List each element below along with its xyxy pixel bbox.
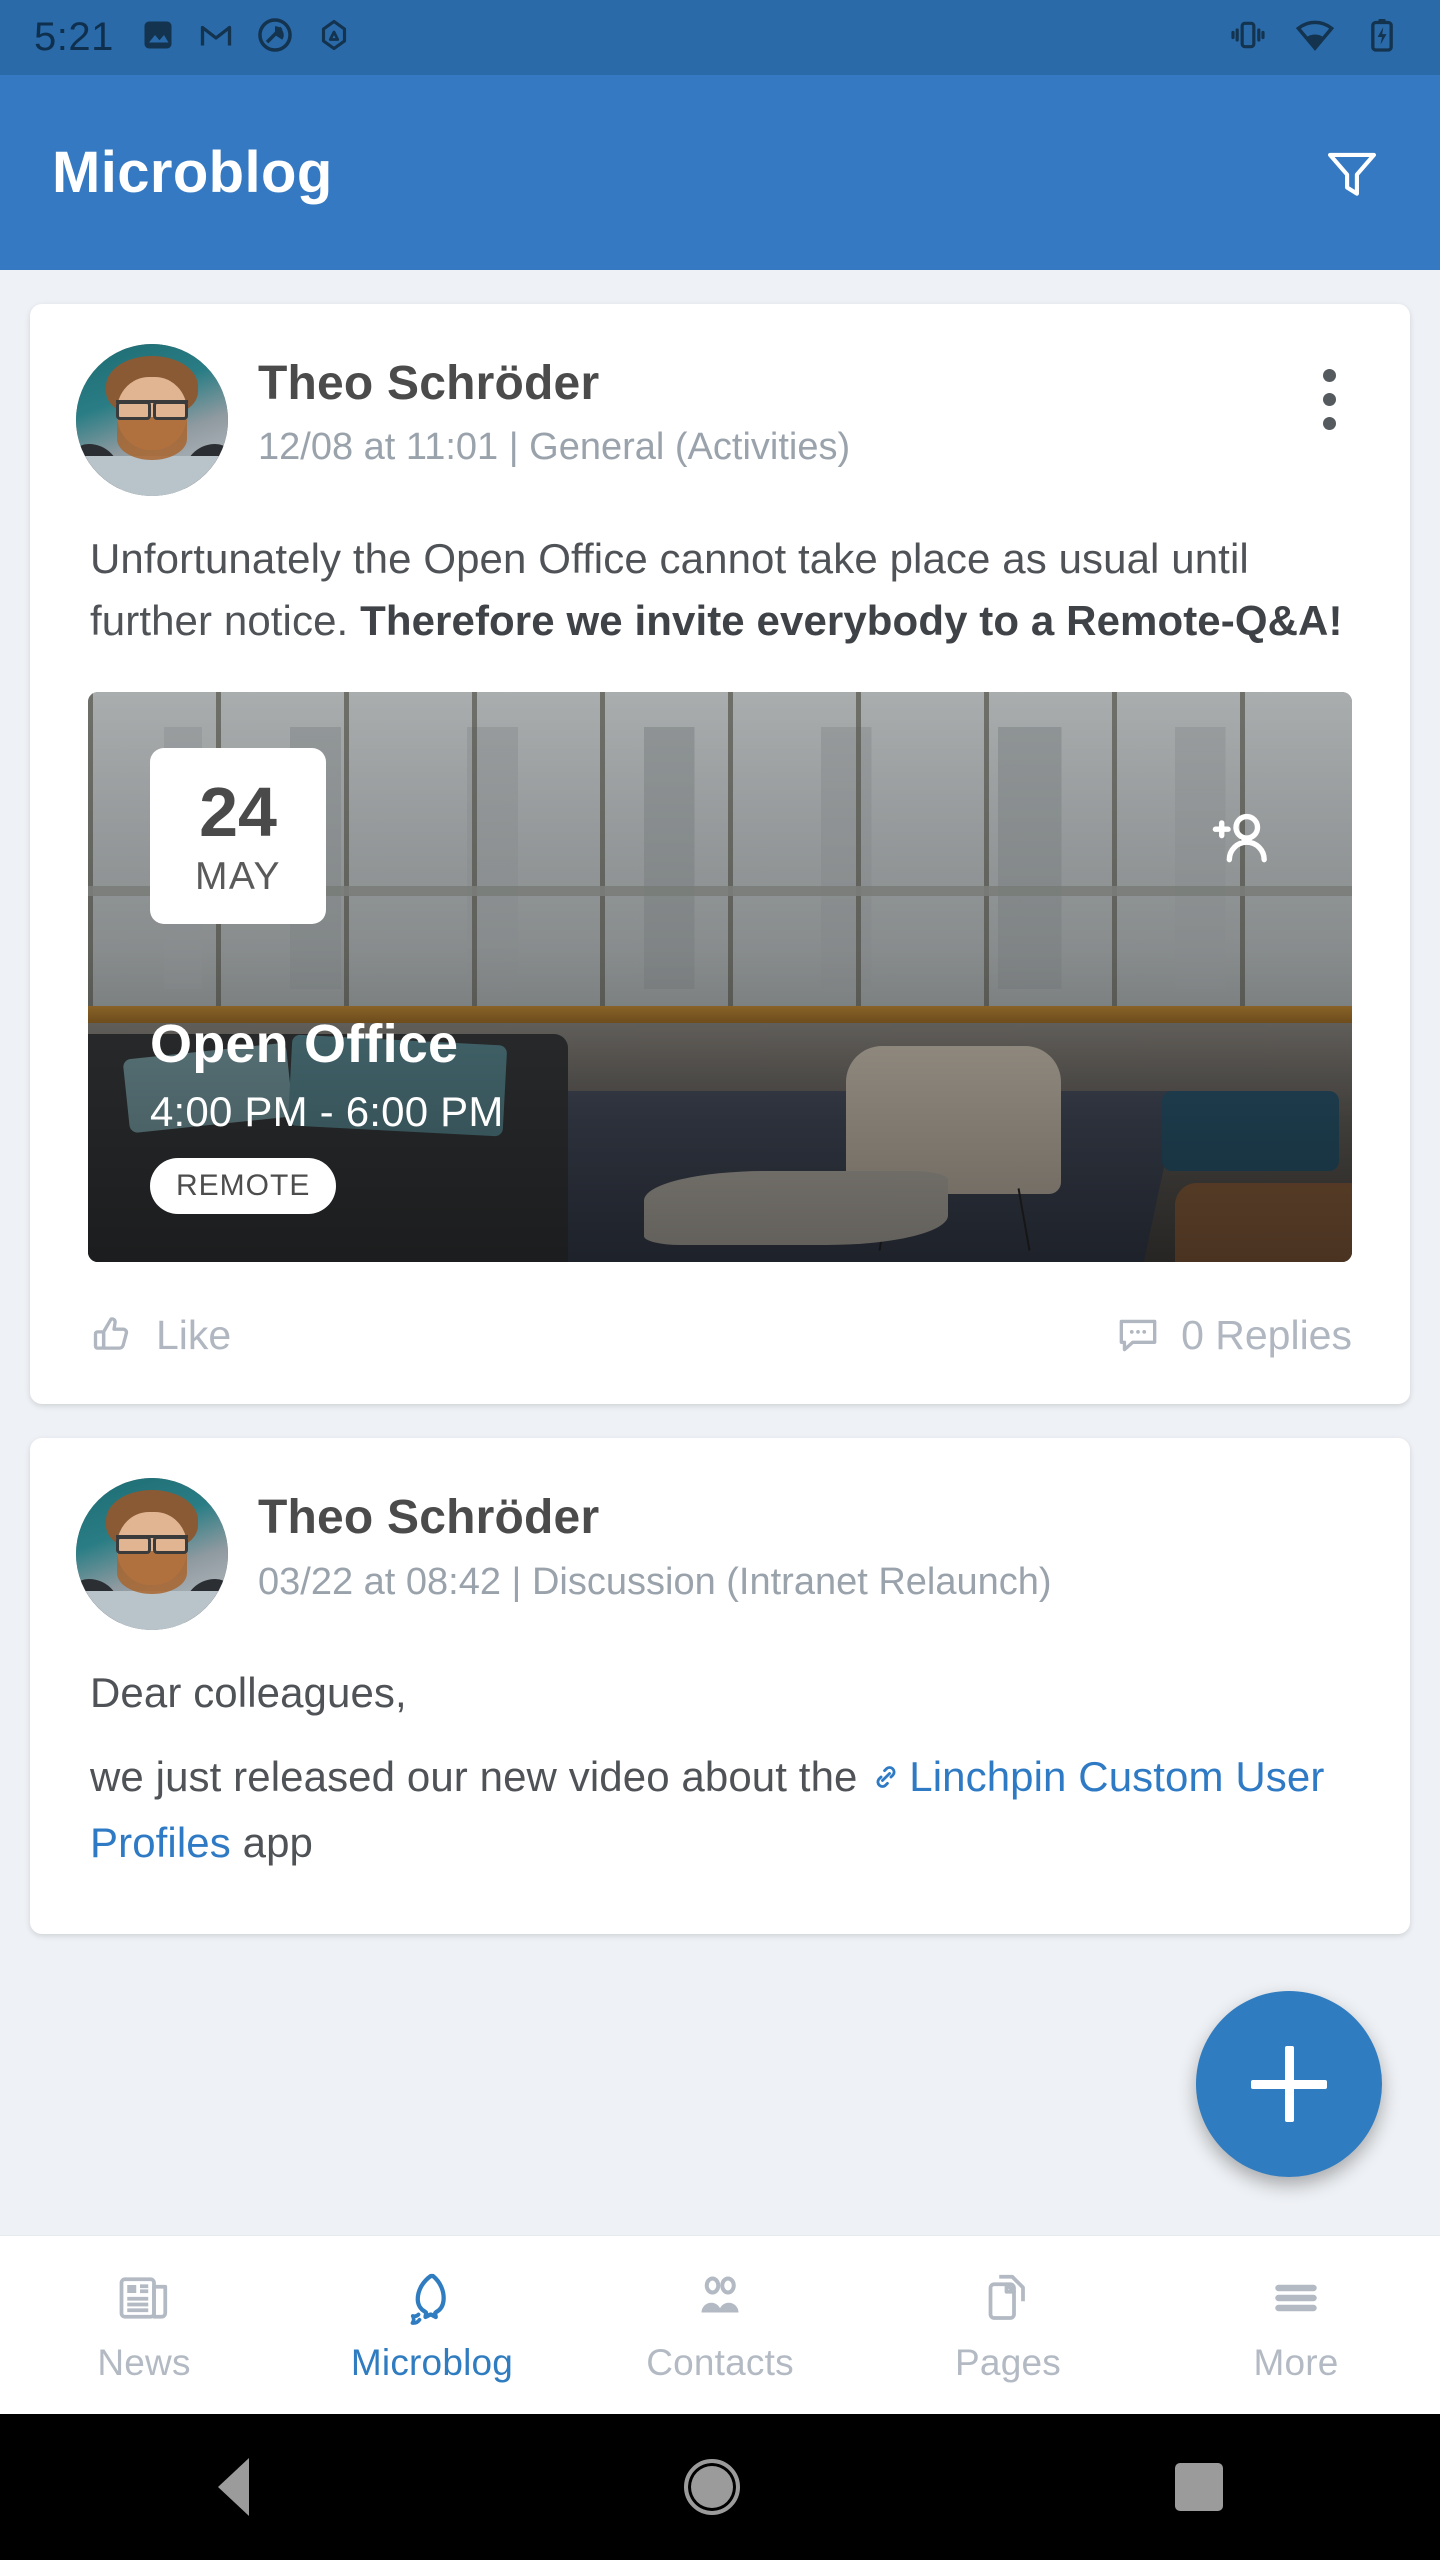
- post-card[interactable]: Theo Schröder 03/22 at 08:42 | Discussio…: [30, 1438, 1410, 1934]
- nav-item-more[interactable]: More: [1152, 2266, 1440, 2384]
- status-bar-system-icons: [1228, 14, 1412, 61]
- documents-icon: [978, 2266, 1038, 2328]
- post-author: Theo Schröder: [258, 1491, 600, 1545]
- post-header: Theo Schröder 12/08 at 11:01 | General (…: [76, 344, 1364, 506]
- nav-label-news: News: [97, 2342, 191, 2383]
- post-body-line2-suffix: app: [230, 1818, 314, 1866]
- post-header: Theo Schröder 03/22 at 08:42 | Discussio…: [76, 1478, 1364, 1640]
- post-author: Theo Schröder: [258, 357, 600, 410]
- replies-button[interactable]: 0 Replies: [1113, 1310, 1352, 1360]
- nav-label-microblog: Microblog: [350, 2342, 514, 2383]
- drive-icon: [316, 17, 352, 58]
- gmail-icon: [198, 17, 234, 58]
- event-date-day: 24: [199, 772, 277, 851]
- post-meta: 03/22 at 08:42 | Discussion (Intranet Re…: [258, 1560, 1052, 1603]
- wifi-icon: [1294, 14, 1336, 61]
- post-actions: Like 0 Replies: [76, 1262, 1364, 1404]
- nav-item-microblog[interactable]: Microblog: [288, 2266, 576, 2384]
- nav-item-pages[interactable]: Pages: [864, 2266, 1152, 2384]
- battery-charging-icon: [1362, 15, 1402, 60]
- event-date-month: MAY: [194, 854, 282, 898]
- avatar[interactable]: [76, 1478, 228, 1631]
- like-label: Like: [156, 1311, 232, 1358]
- vibrate-icon: [1228, 15, 1268, 60]
- nav-label-contacts: Contacts: [646, 2342, 794, 2383]
- back-triangle-icon[interactable]: [217, 2458, 249, 2516]
- event-info: Open Office 4:00 PM - 6:00 PM REMOTE: [150, 1013, 504, 1215]
- nav-label-pages: Pages: [955, 2342, 1061, 2383]
- status-bar-time: 5:21: [34, 15, 114, 59]
- nav-item-contacts[interactable]: Contacts: [576, 2266, 864, 2384]
- event-date-badge: 24 MAY: [150, 748, 326, 925]
- microblog-feed[interactable]: Theo Schröder 12/08 at 11:01 | General (…: [0, 270, 1440, 2235]
- bottom-navigation: News Microblog Contacts Pages More: [0, 2235, 1440, 2414]
- home-circle-icon[interactable]: [683, 2459, 740, 2515]
- post-card[interactable]: Theo Schröder 12/08 at 11:01 | General (…: [30, 304, 1410, 1405]
- link-icon: [869, 1749, 903, 1811]
- nav-label-more: More: [1253, 2342, 1339, 2383]
- page-title: Microblog: [52, 140, 333, 205]
- newspaper-icon: [114, 2266, 174, 2328]
- overflow-menu-icon[interactable]: [1294, 354, 1364, 444]
- speech-bubble-icon: [402, 2266, 462, 2328]
- app-bar: Microblog: [0, 75, 1440, 270]
- post-meta: 12/08 at 11:01 | General (Activities): [258, 426, 851, 469]
- app-circle-icon: [256, 16, 294, 59]
- post-body-line1: Dear colleagues,: [90, 1669, 407, 1717]
- post-body: Dear colleagues, we just released our ne…: [76, 1640, 1364, 1933]
- event-card[interactable]: 24 MAY Open Office 4:00 PM - 6:00 PM REM…: [88, 692, 1352, 1263]
- image-icon: [140, 17, 176, 58]
- event-title: Open Office: [150, 1013, 459, 1074]
- filter-funnel-icon[interactable]: [1312, 133, 1392, 213]
- event-time: 4:00 PM - 6:00 PM: [150, 1088, 504, 1136]
- add-person-icon[interactable]: [1204, 802, 1280, 878]
- event-tag-badge: REMOTE: [150, 1158, 337, 1215]
- create-post-fab[interactable]: [1196, 1991, 1382, 2177]
- status-bar-notification-icons: [140, 16, 352, 59]
- nav-item-news[interactable]: News: [0, 2266, 288, 2384]
- status-bar: 5:21: [0, 0, 1440, 75]
- recents-square-icon[interactable]: [1174, 2463, 1223, 2511]
- hamburger-icon: [1266, 2266, 1326, 2328]
- avatar[interactable]: [76, 344, 228, 496]
- people-icon: [690, 2266, 750, 2328]
- post-body-line2-prefix: we just released our new video about the: [90, 1753, 870, 1801]
- like-button[interactable]: Like: [88, 1310, 231, 1360]
- post-body: Unfortunately the Open Office cannot tak…: [76, 506, 1364, 658]
- android-navigation-bar: [0, 2414, 1440, 2560]
- post-body-bold: Therefore we invite everybody to a Remot…: [360, 597, 1343, 645]
- replies-label: 0 Replies: [1181, 1311, 1352, 1358]
